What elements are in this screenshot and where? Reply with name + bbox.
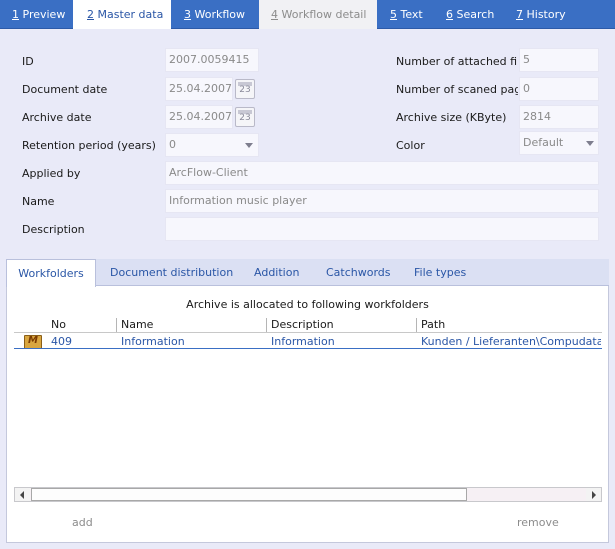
scrollbar-thumb[interactable]: [31, 488, 467, 501]
attached-files-label: Number of attached file: [396, 55, 518, 68]
row-path: Kunden / Lieferanten\Compudata\I: [421, 335, 601, 348]
name-field[interactable]: Information music player: [165, 189, 599, 213]
name-label: Name: [22, 195, 55, 208]
applied-by-label: Applied by: [22, 167, 81, 180]
arrow-right-icon: [592, 491, 596, 499]
archive-date-field[interactable]: 25.04.2007: [165, 105, 233, 129]
tab-workflow-detail: 4 Workflow detail: [259, 0, 377, 29]
chevron-down-icon[interactable]: [586, 141, 594, 146]
column-divider[interactable]: [416, 318, 417, 332]
retention-period-label: Retention period (years): [22, 139, 156, 152]
tab-text-label: Text: [400, 8, 423, 21]
scanned-pages-field[interactable]: 0: [519, 77, 599, 101]
description-field[interactable]: [165, 217, 599, 241]
tab-history-label: History: [526, 8, 566, 21]
document-date-field[interactable]: 25.04.2007: [165, 77, 233, 101]
tab-search-label: Search: [456, 8, 495, 21]
scanned-pages-label: Number of scaned page: [396, 83, 518, 96]
attached-files-field[interactable]: 5: [519, 48, 599, 72]
sub-tab-bar: Workfolders Document distribution Additi…: [6, 259, 609, 287]
header-divider: [14, 332, 602, 333]
add-button[interactable]: add: [72, 516, 93, 529]
column-header-name[interactable]: Name: [121, 318, 153, 331]
arrow-left-icon: [20, 491, 24, 499]
column-header-no[interactable]: No: [51, 318, 66, 331]
tab-text-number: 5: [390, 8, 397, 21]
row-description: Information: [271, 335, 335, 348]
tab-workflow-label: Workflow: [194, 8, 246, 21]
tab-workflow-number: 3: [184, 8, 191, 21]
tab-history-number: 7: [516, 8, 523, 21]
archive-date-label: Archive date: [22, 111, 92, 124]
tab-preview[interactable]: 1 Preview: [0, 0, 73, 29]
chevron-down-icon[interactable]: [245, 143, 253, 148]
archive-size-label: Archive size (KByte): [396, 111, 507, 124]
scroll-left-button[interactable]: [15, 488, 30, 501]
applied-by-field[interactable]: ArcFlow-Client: [165, 161, 599, 185]
workfolder-icon: M: [24, 335, 42, 349]
calendar-day: 23: [239, 113, 251, 123]
tab-master-data[interactable]: 2 Master data: [73, 0, 171, 29]
tab-workflow-detail-label: Workflow detail: [281, 8, 367, 21]
column-divider[interactable]: [266, 318, 267, 332]
tab-addition[interactable]: Addition: [254, 259, 299, 286]
tab-search-number: 6: [446, 8, 453, 21]
row-no: 409: [51, 335, 72, 348]
row-divider: [14, 348, 602, 349]
tab-master-data-label: Master data: [97, 8, 164, 21]
tab-workfolders[interactable]: Workfolders: [6, 259, 96, 287]
id-label: ID: [22, 55, 34, 68]
calendar-day: 23: [239, 85, 251, 95]
color-label: Color: [396, 139, 425, 152]
id-field[interactable]: 2007.0059415: [165, 48, 259, 72]
top-tab-bar: 1 Preview 2 Master data 3 Workflow 4 Wor…: [0, 0, 615, 29]
column-header-description[interactable]: Description: [271, 318, 334, 331]
horizontal-scrollbar[interactable]: [14, 487, 602, 502]
scroll-right-button[interactable]: [586, 488, 601, 501]
tab-preview-number: 1: [12, 8, 19, 21]
tab-catchwords[interactable]: Catchwords: [326, 259, 391, 286]
row-name: Information: [121, 335, 185, 348]
column-header-path[interactable]: Path: [421, 318, 445, 331]
tab-master-data-number: 2: [87, 8, 94, 21]
document-date-calendar-icon[interactable]: 23: [235, 79, 255, 99]
archive-date-calendar-icon[interactable]: 23: [235, 107, 255, 127]
tab-file-types[interactable]: File types: [414, 259, 466, 286]
description-label: Description: [22, 223, 85, 236]
tab-search[interactable]: 6 Search: [446, 0, 504, 29]
tab-history[interactable]: 7 History: [516, 0, 576, 29]
remove-button[interactable]: remove: [517, 516, 559, 529]
tab-document-distribution[interactable]: Document distribution: [110, 259, 233, 286]
workfolders-title: Archive is allocated to following workfo…: [186, 298, 429, 311]
tab-workflow[interactable]: 3 Workflow: [171, 0, 259, 29]
archive-size-field[interactable]: 2814: [519, 105, 599, 129]
tab-text[interactable]: 5 Text: [390, 0, 434, 29]
tab-workflow-detail-number: 4: [271, 8, 278, 21]
workfolder-icon-letter: M: [28, 335, 38, 346]
document-date-label: Document date: [22, 83, 108, 96]
tab-preview-label: Preview: [22, 8, 66, 21]
column-divider[interactable]: [116, 318, 117, 332]
